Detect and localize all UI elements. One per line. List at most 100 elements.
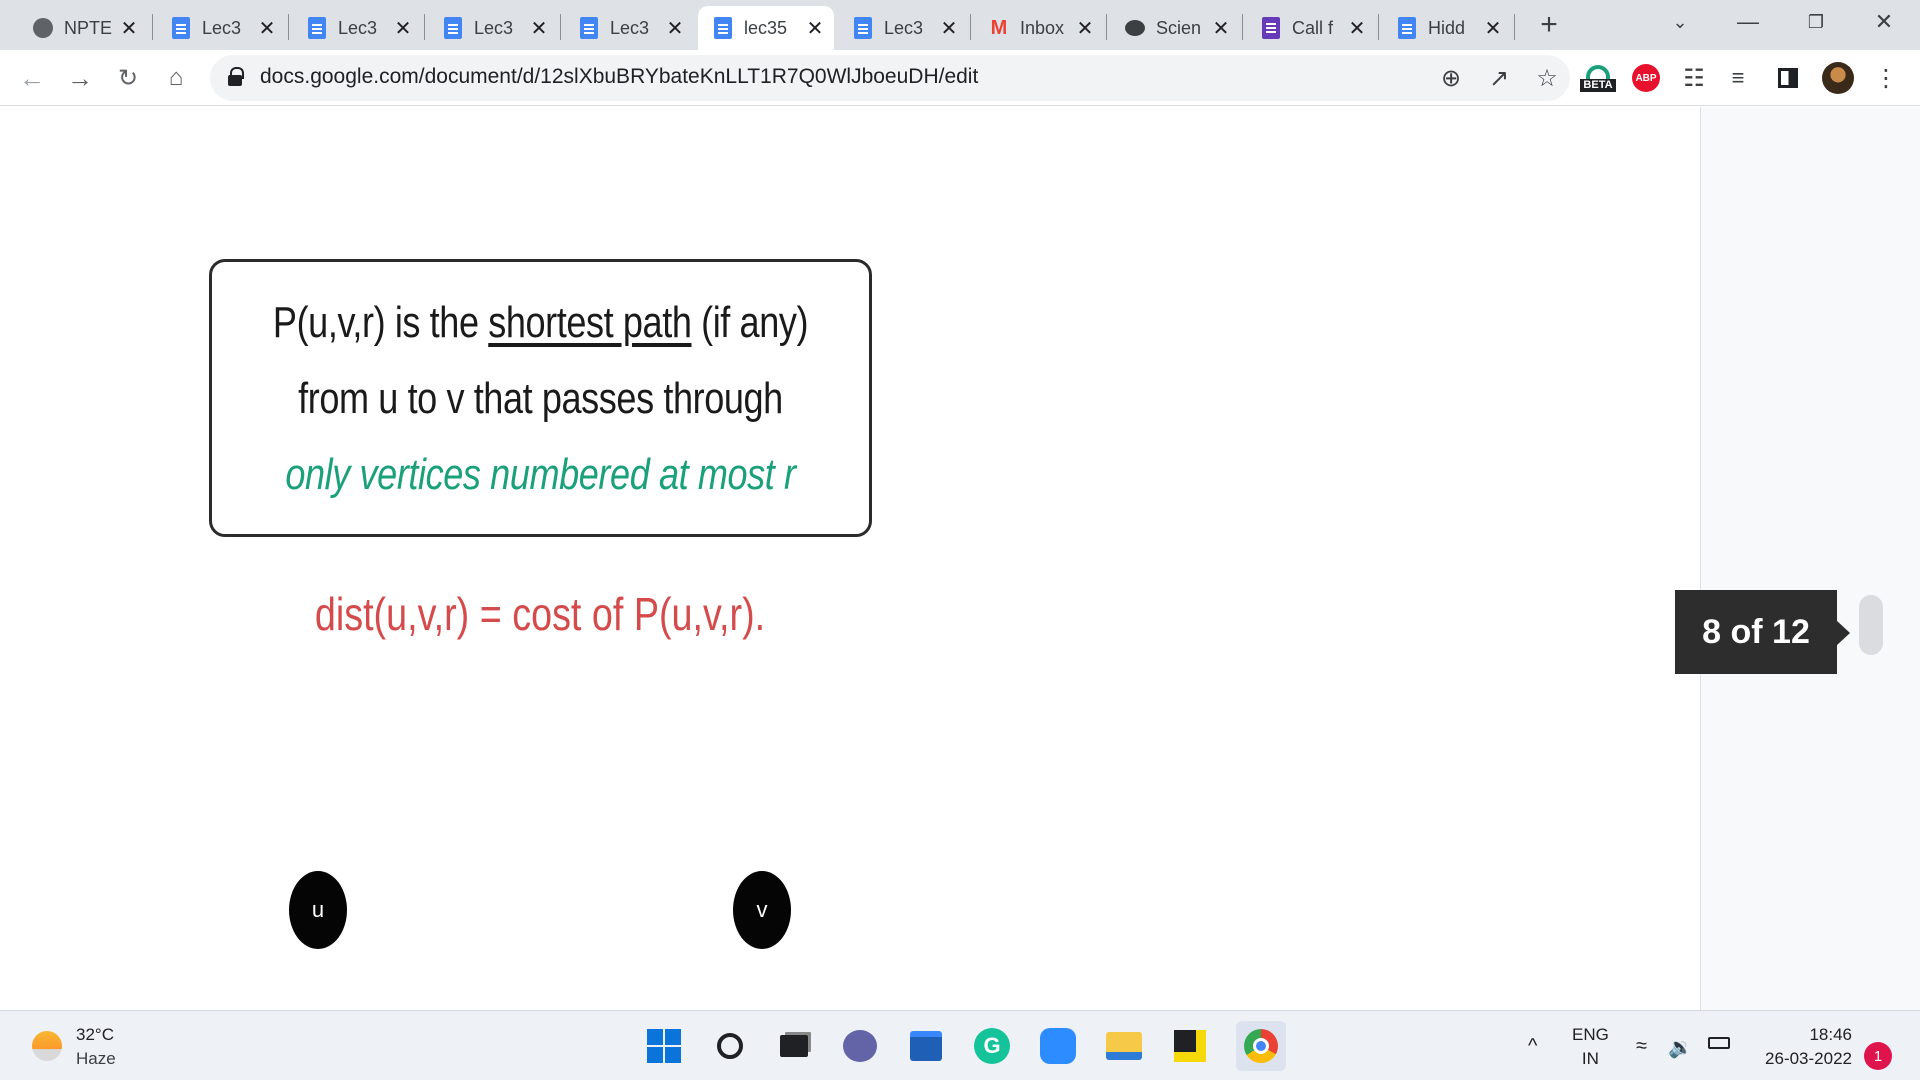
tab-lec-6[interactable]: Lec3 ✕ [838, 6, 968, 50]
sticky-notes-icon[interactable] [1170, 1026, 1210, 1066]
tab-lec35-active[interactable]: lec35 ✕ [698, 6, 834, 50]
menu-kebab-icon[interactable]: ⋮ [1868, 60, 1904, 96]
notification-badge[interactable]: 1 [1864, 1042, 1892, 1070]
zoom-icon[interactable]: ⊕ [1434, 61, 1468, 95]
close-icon[interactable]: ✕ [1074, 17, 1096, 40]
tab-divider [1378, 14, 1379, 40]
weather-haze-icon[interactable] [32, 1031, 62, 1061]
close-icon[interactable]: ✕ [804, 17, 826, 40]
tab-lec-1[interactable]: Lec3 ✕ [156, 6, 286, 50]
url-text[interactable]: docs.google.com/document/d/12slXbuBRYbat… [260, 65, 978, 89]
adblock-plus-icon[interactable]: ABP [1628, 60, 1664, 96]
tab-lec-3[interactable]: Lec3 ✕ [428, 6, 558, 50]
close-icon[interactable]: ✕ [1482, 17, 1504, 40]
tab-title: NPTE [64, 17, 113, 38]
tab-divider [152, 14, 153, 40]
close-icon[interactable]: ✕ [528, 17, 550, 40]
close-icon[interactable]: ✕ [392, 17, 414, 40]
extensions-puzzle-icon[interactable]: ☷ [1676, 60, 1712, 96]
page-counter: 8 of 12 [1675, 590, 1837, 674]
tab-title: Lec3 [610, 17, 650, 38]
close-icon[interactable]: ✕ [1346, 17, 1368, 40]
windows-taskbar: 32°C Haze G ^ ENG IN ≈ 🔉 18:46 26-03-202… [0, 1010, 1920, 1080]
share-icon[interactable]: ↗ [1482, 61, 1516, 95]
document-content: P(u,v,r) is the shortest path (if any) f… [0, 107, 1920, 1010]
new-tab-button[interactable]: + [1534, 8, 1564, 42]
profile-avatar[interactable] [1820, 60, 1856, 96]
teams-chat-icon[interactable] [840, 1026, 880, 1066]
minimize-icon[interactable]: — [1720, 0, 1776, 44]
google-docs-icon [712, 17, 734, 39]
chrome-icon[interactable] [1236, 1021, 1286, 1071]
close-icon[interactable]: ✕ [1210, 17, 1232, 40]
wifi-icon[interactable]: ≈ [1636, 1035, 1647, 1058]
tab-title: Lec3 [338, 17, 378, 38]
google-docs-icon [170, 17, 192, 39]
tab-title: Call f [1292, 17, 1334, 38]
vertex-v: v [733, 871, 791, 949]
globe-icon [32, 17, 54, 39]
file-explorer-icon[interactable] [1104, 1026, 1144, 1066]
scrollbar-thumb[interactable] [1859, 595, 1883, 655]
microsoft-store-icon[interactable] [906, 1026, 946, 1066]
tab-divider [970, 14, 971, 40]
tab-lec-4[interactable]: Lec3 ✕ [564, 6, 694, 50]
close-icon[interactable]: ✕ [256, 17, 278, 40]
shortest-path-underlined: shortest path [488, 298, 692, 347]
tab-hidden[interactable]: Hidd ✕ [1382, 6, 1512, 50]
lock-icon[interactable] [228, 67, 244, 87]
close-icon[interactable]: ✕ [938, 17, 960, 40]
windows-start-icon[interactable] [644, 1026, 684, 1066]
forward-icon[interactable]: → [60, 58, 100, 98]
battery-icon[interactable] [1708, 1037, 1730, 1049]
google-docs-icon [852, 17, 874, 39]
restore-icon[interactable]: ❐ [1788, 0, 1844, 44]
tab-divider [424, 14, 425, 40]
language-code: ENG [1572, 1025, 1609, 1044]
tab-science[interactable]: Scien ✕ [1110, 6, 1240, 50]
reading-list-icon[interactable]: ≡ [1720, 60, 1756, 96]
tab-divider [1242, 14, 1243, 40]
show-hidden-icons-chevron[interactable]: ^ [1528, 1035, 1537, 1058]
language-indicator[interactable]: ENG IN [1572, 1025, 1609, 1069]
tab-npte[interactable]: NPTE ✕ [18, 6, 148, 50]
home-icon[interactable]: ⌂ [156, 58, 196, 98]
reload-icon[interactable]: ↻ [108, 58, 148, 98]
extension-beta-icon[interactable]: BETA [1580, 60, 1616, 96]
definition-line-2: from u to v that passes through [298, 374, 783, 423]
address-bar[interactable]: docs.google.com/document/d/12slXbuBRYbat… [210, 55, 1570, 101]
search-icon[interactable] [710, 1026, 750, 1066]
close-icon[interactable]: ✕ [118, 17, 140, 40]
bookmark-star-icon[interactable]: ☆ [1530, 61, 1564, 95]
vertex-u: u [289, 871, 347, 949]
google-docs-icon [442, 17, 464, 39]
tab-title: Lec3 [884, 17, 924, 38]
clock-time: 18:46 [1809, 1025, 1852, 1044]
grammarly-icon[interactable]: G [972, 1026, 1012, 1066]
weather-temperature[interactable]: 32°C [76, 1025, 114, 1045]
tab-inbox[interactable]: M Inbox ✕ [974, 6, 1104, 50]
tab-call-for[interactable]: Call f ✕ [1246, 6, 1376, 50]
side-panel-icon[interactable] [1770, 60, 1806, 96]
back-icon[interactable]: ← [12, 58, 52, 98]
keyboard-region: IN [1581, 1049, 1599, 1068]
definition-line-3: only vertices numbered at most r [285, 450, 796, 499]
tab-search-chevron-icon[interactable]: ⌄ [1652, 0, 1708, 44]
definition-box: P(u,v,r) is the shortest path (if any) f… [209, 259, 872, 537]
tab-title: lec35 [744, 17, 788, 38]
task-view-icon[interactable] [774, 1026, 814, 1066]
weather-description[interactable]: Haze [76, 1049, 116, 1069]
clock[interactable]: 18:46 26-03-2022 [1752, 1025, 1852, 1069]
google-docs-icon [306, 17, 328, 39]
dist-definition: dist(u,v,r) = cost of P(u,v,r). [314, 588, 766, 640]
tab-divider [1106, 14, 1107, 40]
tab-lec-2[interactable]: Lec3 ✕ [292, 6, 422, 50]
tab-divider [560, 14, 561, 40]
abp-label: ABP [1632, 64, 1660, 92]
close-icon[interactable]: ✕ [664, 17, 686, 40]
volume-icon[interactable]: 🔉 [1668, 1035, 1693, 1060]
zoom-video-icon[interactable] [1038, 1026, 1078, 1066]
definition-line-1: P(u,v,r) is the shortest path (if any) [271, 298, 810, 348]
right-side-panel [1700, 107, 1920, 1010]
close-window-icon[interactable]: ✕ [1856, 0, 1912, 44]
